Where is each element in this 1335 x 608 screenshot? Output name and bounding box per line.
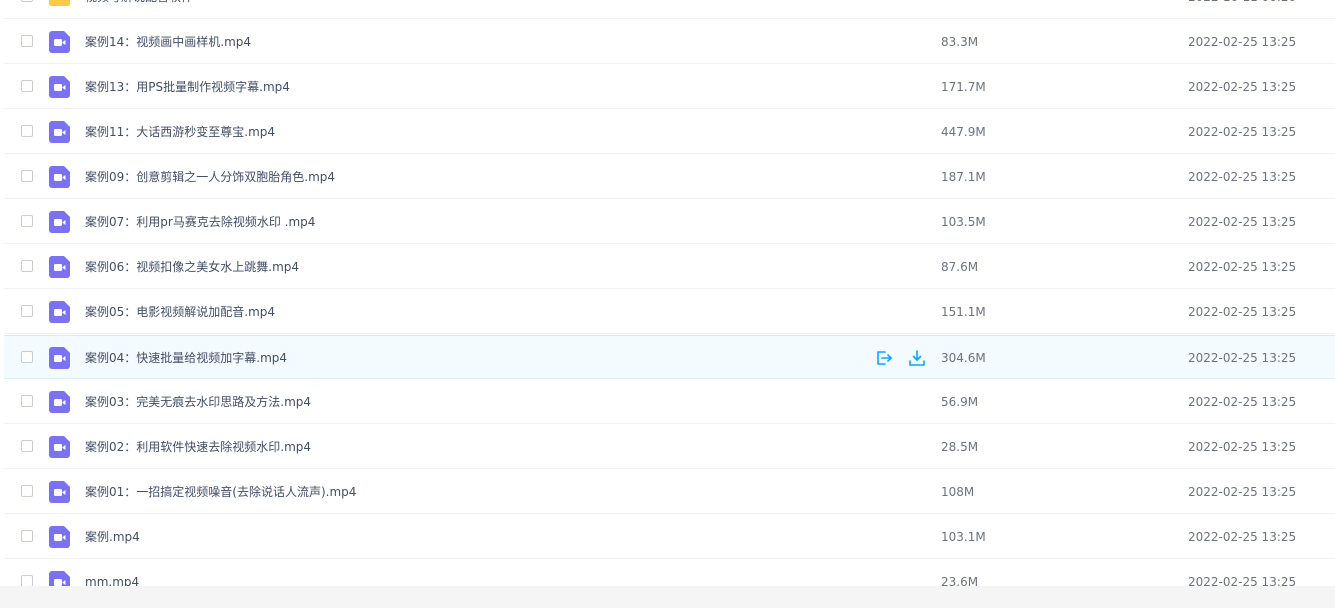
file-size: 187.1M [941,170,986,184]
row-checkbox[interactable] [21,80,33,92]
modified-date: 2022-02-25 13:25 [1188,80,1297,94]
file-size: 103.5M [941,215,986,229]
video-file-icon [49,76,70,98]
modified-date: 2022-02-25 13:25 [1188,395,1297,409]
file-name-link[interactable]: 案例01：一招搞定视频噪音(去除说话人流声).mp4 [85,470,356,514]
file-row[interactable]: 案例06：视频扣像之美女水上跳舞.mp4 87.6M 2022-02-25 13:2… [4,245,1335,289]
file-size: 83.3M [941,35,979,49]
file-row[interactable]: 案例03：完美无痕去水印思路及方法.mp4 56.9M 2022-02-25 13:… [4,380,1335,424]
row-checkbox[interactable] [21,170,33,182]
video-file-icon [49,166,70,188]
video-file-icon [49,571,70,586]
file-row[interactable]: 案例04：快速批量给视频加字幕.mp4 304.6M 2022-02-25 13:2… [4,335,1335,379]
file-name-link[interactable]: 视频号解说配音软件 [85,0,193,19]
file-name-link[interactable]: 案例14：视频画中画样机.mp4 [85,20,251,64]
file-name-link[interactable]: 案例03：完美无痕去水印思路及方法.mp4 [85,380,311,424]
file-name-link[interactable]: 案例07：利用pr马赛克去除视频水印 .mp4 [85,200,315,244]
file-name-link[interactable]: 案例11：大话西游秒变至尊宝.mp4 [85,110,275,154]
row-checkbox[interactable] [21,215,33,227]
row-checkbox[interactable] [21,485,33,497]
file-name-link[interactable]: 案例02：利用软件快速去除视频水印.mp4 [85,425,311,469]
file-name-link[interactable]: mm.mp4 [85,560,139,586]
row-checkbox[interactable] [21,440,33,452]
modified-date: 2022-02-25 13:25 [1188,170,1297,184]
video-file-icon [49,31,70,53]
row-checkbox[interactable] [21,305,33,317]
modified-date: 2022-02-25 13:25 [1188,530,1297,544]
file-row[interactable]: 案例11：大话西游秒变至尊宝.mp4 447.9M 2022-02-25 13:25 [4,110,1335,154]
modified-date: 2022-02-25 13:25 [1188,485,1297,499]
video-file-icon [49,481,70,503]
file-size: 56.9M [941,395,979,409]
video-file-icon [49,301,70,323]
row-checkbox[interactable] [21,0,33,2]
video-file-icon [49,347,70,369]
row-checkbox[interactable] [21,395,33,407]
row-checkbox[interactable] [21,125,33,137]
folder-icon [49,0,70,6]
file-name-link[interactable]: 案例05：电影视频解说加配音.mp4 [85,290,275,334]
footer-bar [0,586,1335,608]
file-row[interactable]: 案例01：一招搞定视频噪音(去除说话人流声).mp4 108M 2022-02-25… [4,470,1335,514]
modified-date: 2022-02-25 13:25 [1188,440,1297,454]
file-name-link[interactable]: 案例09：创意剪辑之一人分饰双胞胎角色.mp4 [85,155,335,199]
video-file-icon [49,121,70,143]
file-size: 151.1M [941,305,986,319]
file-row[interactable]: 案例02：利用软件快速去除视频水印.mp4 28.5M 2022-02-25 13:… [4,425,1335,469]
folder-row[interactable]: 视频号解说配音软件 2022-10-11 00:20 [4,0,1335,19]
file-row[interactable]: 案例07：利用pr马赛克去除视频水印 .mp4 103.5M 2022-02-25 … [4,200,1335,244]
file-size: 447.9M [941,125,986,139]
file-size: 87.6M [941,260,979,274]
row-checkbox[interactable] [21,35,33,47]
file-size: 103.1M [941,530,986,544]
modified-date: 2022-02-25 13:25 [1188,260,1297,274]
row-checkbox[interactable] [21,260,33,272]
modified-date: 2022-02-25 13:25 [1188,215,1297,229]
file-size: 171.7M [941,80,986,94]
file-row[interactable]: 案例09：创意剪辑之一人分饰双胞胎角色.mp4 187.1M 2022-02-25 … [4,155,1335,199]
modified-date: 2022-02-25 13:25 [1188,35,1297,49]
video-file-icon [49,211,70,233]
share-icon[interactable] [875,349,893,367]
file-size: 28.5M [941,440,979,454]
file-size: 23.6M [941,575,979,586]
file-list: 视频号解说配音软件2022-10-11 00:20案例14：视频画中画样机.mp… [0,0,1335,586]
download-icon[interactable] [908,349,926,367]
video-file-icon [49,436,70,458]
file-row[interactable]: 案例05：电影视频解说加配音.mp4 151.1M 2022-02-25 13:25 [4,290,1335,334]
modified-date: 2022-02-25 13:25 [1188,125,1297,139]
modified-date: 2022-02-25 13:25 [1188,351,1297,365]
video-file-icon [49,526,70,548]
row-checkbox[interactable] [21,351,33,363]
file-name-link[interactable]: 案例.mp4 [85,515,140,559]
row-checkbox[interactable] [21,575,33,586]
file-name-link[interactable]: 案例13：用PS批量制作视频字幕.mp4 [85,65,290,109]
file-row[interactable]: mm.mp4 23.6M 2022-02-25 13:25 [4,560,1335,586]
file-name-link[interactable]: 案例06：视频扣像之美女水上跳舞.mp4 [85,245,299,289]
file-row[interactable]: 案例13：用PS批量制作视频字幕.mp4 171.7M 2022-02-25 13:… [4,65,1335,109]
file-row[interactable]: 案例14：视频画中画样机.mp4 83.3M 2022-02-25 13:25 [4,20,1335,64]
file-name-link[interactable]: 案例04：快速批量给视频加字幕.mp4 [85,336,287,380]
file-size: 108M [941,485,975,499]
video-file-icon [49,256,70,278]
file-size: 304.6M [941,351,986,365]
file-row[interactable]: 案例.mp4 103.1M 2022-02-25 13:25 [4,515,1335,559]
row-checkbox[interactable] [21,530,33,542]
modified-date: 2022-10-11 00:20 [1188,0,1296,19]
modified-date: 2022-02-25 13:25 [1188,575,1297,586]
video-file-icon [49,391,70,413]
modified-date: 2022-02-25 13:25 [1188,305,1297,319]
